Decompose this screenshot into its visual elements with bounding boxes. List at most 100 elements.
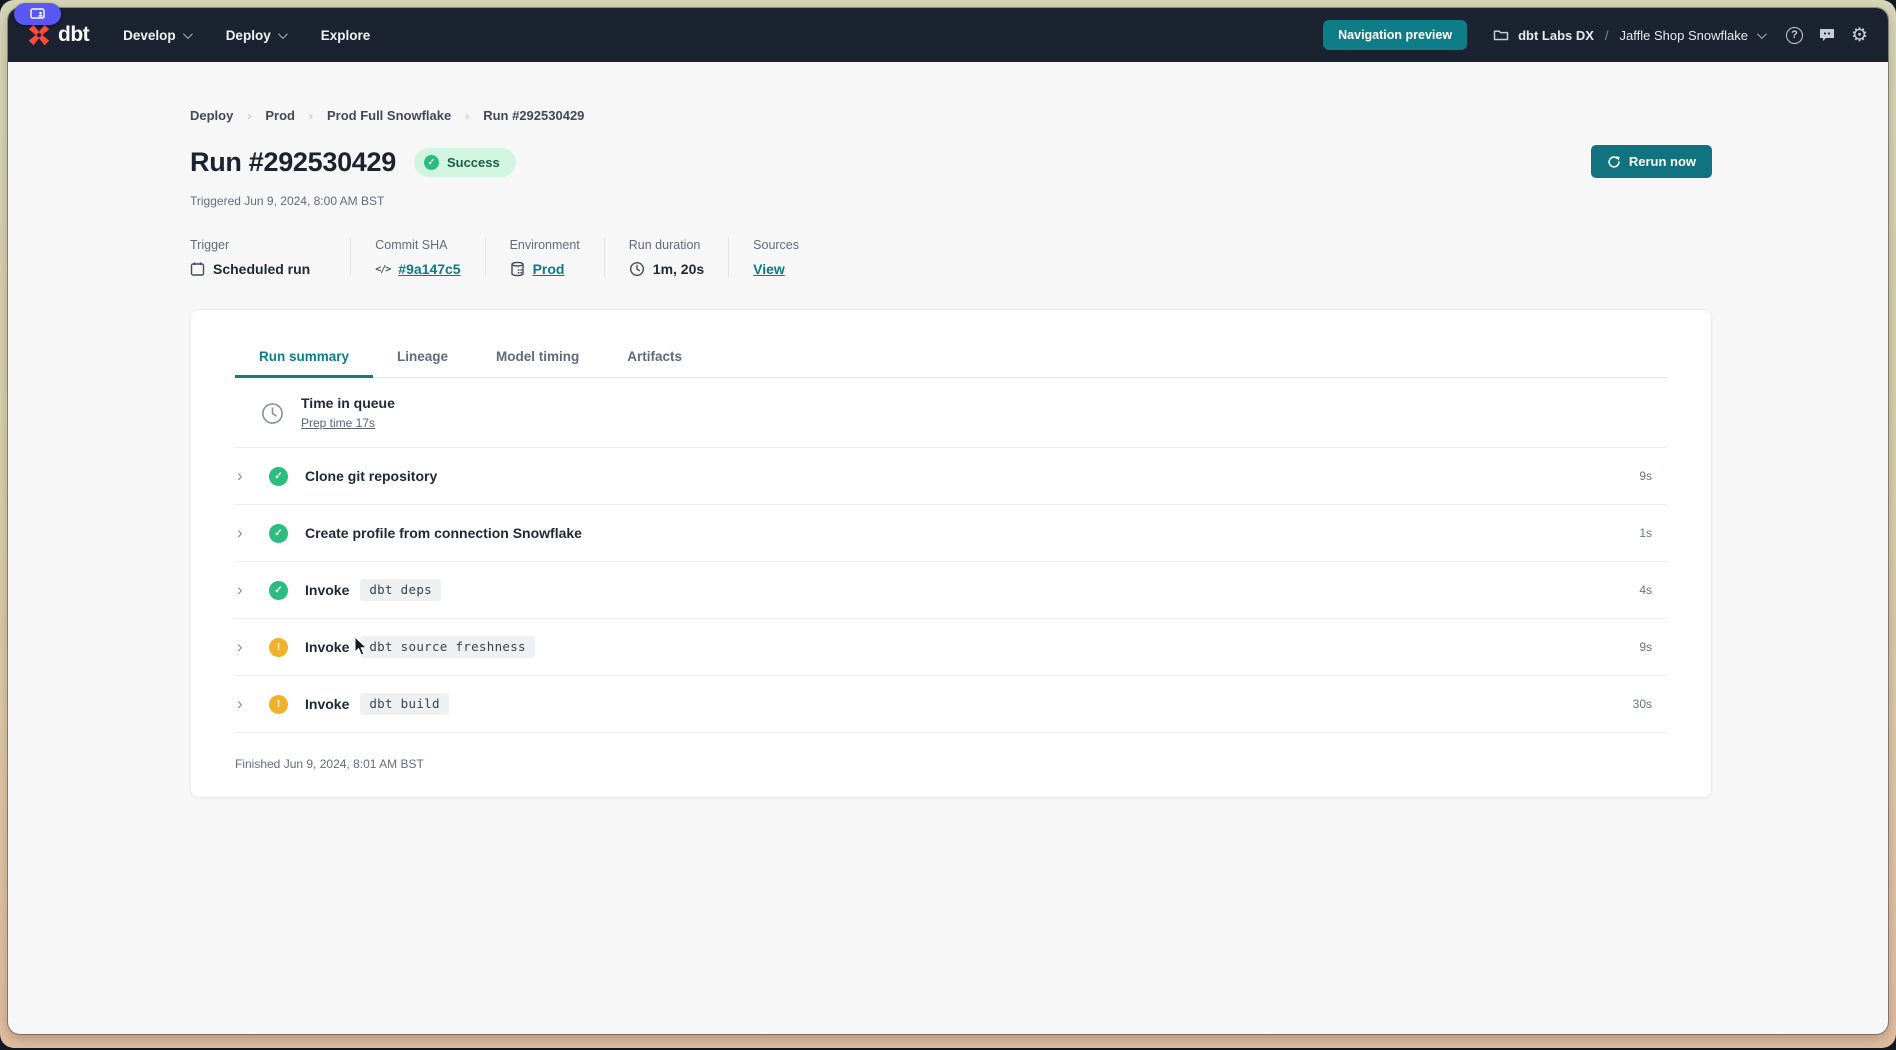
- duration-value: 1m, 20s: [653, 261, 704, 277]
- folder-icon: [1493, 28, 1509, 42]
- page-header: Run #292530429 ✓ Success Rerun now: [190, 141, 1712, 183]
- nav-icon-group: ? ⚙: [1786, 26, 1868, 45]
- warning-icon: !: [269, 695, 288, 714]
- meta-commit-sha: Commit SHA </> #9a147c5: [350, 238, 484, 277]
- expand-chevron-icon[interactable]: ›: [237, 467, 251, 484]
- expand-chevron-icon[interactable]: ›: [237, 524, 251, 541]
- step-name: Create profile from connection Snowflake: [305, 525, 582, 541]
- prep-time-link[interactable]: Prep time 17s: [301, 416, 375, 430]
- meta-label: Sources: [753, 238, 799, 252]
- step-row-dbt-build[interactable]: › ! Invoke dbt build 30s: [235, 676, 1667, 733]
- nav-menus: Develop Deploy Explore: [123, 28, 370, 43]
- status-badge: ✓ Success: [414, 148, 516, 177]
- commit-sha-link[interactable]: #9a147c5: [398, 261, 460, 277]
- breadcrumb-separator: ›: [465, 109, 469, 123]
- chevron-down-icon: [1757, 29, 1767, 39]
- account-name: dbt Labs DX: [1518, 28, 1594, 43]
- step-duration: 1s: [1639, 526, 1652, 540]
- environment-icon: [510, 261, 525, 277]
- help-icon[interactable]: ?: [1786, 27, 1803, 44]
- nav-menu-deploy[interactable]: Deploy: [226, 28, 285, 43]
- screen-share-icon: [30, 8, 45, 20]
- breadcrumb-separator: ›: [247, 109, 251, 123]
- step-row-dbt-source-freshness[interactable]: › ! Invoke dbt source freshness 9s: [235, 619, 1667, 676]
- gear-icon[interactable]: ⚙: [1851, 26, 1868, 45]
- meta-run-duration: Run duration 1m, 20s: [604, 238, 728, 277]
- rerun-icon: [1607, 155, 1621, 169]
- run-metadata: Trigger Scheduled run Commit SHA </> #9a…: [190, 238, 1712, 277]
- check-icon: ✓: [269, 524, 288, 543]
- step-duration: 9s: [1639, 469, 1652, 483]
- tab-run-summary[interactable]: Run summary: [235, 336, 373, 378]
- expand-chevron-icon[interactable]: ›: [237, 581, 251, 598]
- chevron-down-icon: [278, 29, 288, 39]
- trigger-value: Scheduled run: [213, 261, 310, 277]
- meta-label: Environment: [510, 238, 580, 252]
- top-navigation: dbt Develop Deploy Explore Navigation pr…: [8, 8, 1888, 62]
- clock-icon: [629, 261, 645, 277]
- step-duration: 30s: [1633, 697, 1652, 711]
- step-row-dbt-deps[interactable]: › ✓ Invoke dbt deps 4s: [235, 562, 1667, 619]
- step-command-chip: dbt build: [360, 693, 448, 715]
- status-badge-label: Success: [447, 155, 500, 170]
- environment-link[interactable]: Prod: [533, 261, 565, 277]
- account-project-switcher[interactable]: dbt Labs DX / Jaffle Shop Snowflake: [1493, 28, 1764, 43]
- breadcrumb: Deploy › Prod › Prod Full Snowflake › Ru…: [190, 62, 1712, 123]
- step-row-create-profile[interactable]: › ✓ Create profile from connection Snowf…: [235, 505, 1667, 562]
- nav-menu-develop[interactable]: Develop: [123, 28, 190, 43]
- check-icon: ✓: [269, 581, 288, 600]
- meta-label: Commit SHA: [375, 238, 460, 252]
- warning-icon: !: [269, 638, 288, 657]
- run-summary-card: Run summary Lineage Model timing Artifac…: [190, 309, 1712, 798]
- meta-label: Trigger: [190, 238, 310, 252]
- finished-timestamp: Finished Jun 9, 2024, 8:01 AM BST: [235, 733, 1667, 771]
- queue-clock-icon: [261, 402, 284, 425]
- step-name: Invoke: [305, 582, 349, 598]
- project-name: Jaffle Shop Snowflake: [1620, 28, 1748, 43]
- queue-title: Time in queue: [301, 395, 395, 411]
- navigation-preview-button[interactable]: Navigation preview: [1323, 20, 1467, 50]
- tab-bar: Run summary Lineage Model timing Artifac…: [235, 310, 1667, 378]
- tab-artifacts[interactable]: Artifacts: [603, 336, 706, 378]
- sources-view-link[interactable]: View: [753, 261, 785, 277]
- step-name: Invoke: [305, 639, 349, 655]
- check-icon: ✓: [269, 467, 288, 486]
- screen-share-indicator[interactable]: [14, 3, 61, 25]
- meta-environment: Environment Prod: [485, 238, 604, 277]
- breadcrumb-run[interactable]: Run #292530429: [483, 108, 584, 123]
- calendar-icon: [190, 261, 205, 277]
- code-icon: </>: [375, 264, 390, 275]
- breadcrumb-separator: ›: [309, 109, 313, 123]
- path-separator: /: [1605, 28, 1609, 43]
- nav-menu-explore[interactable]: Explore: [321, 28, 371, 43]
- meta-trigger: Trigger Scheduled run: [190, 238, 350, 277]
- expand-chevron-icon[interactable]: ›: [237, 695, 251, 712]
- time-in-queue-section: Time in queue Prep time 17s: [235, 378, 1667, 448]
- tab-model-timing[interactable]: Model timing: [472, 336, 603, 378]
- page-title: Run #292530429: [190, 147, 396, 178]
- step-duration: 4s: [1639, 583, 1652, 597]
- breadcrumb-job[interactable]: Prod Full Snowflake: [327, 108, 451, 123]
- dbt-logo[interactable]: dbt: [26, 22, 89, 48]
- feedback-icon[interactable]: [1818, 27, 1836, 43]
- tab-lineage[interactable]: Lineage: [373, 336, 472, 378]
- step-command-chip: dbt source freshness: [360, 636, 535, 658]
- step-duration: 9s: [1639, 640, 1652, 654]
- browser-window: dbt Develop Deploy Explore Navigation pr…: [8, 8, 1888, 1034]
- breadcrumb-prod[interactable]: Prod: [265, 108, 295, 123]
- triggered-timestamp: Triggered Jun 9, 2024, 8:00 AM BST: [190, 194, 1712, 208]
- dbt-logo-icon: [26, 22, 52, 48]
- step-name: Invoke: [305, 696, 349, 712]
- check-icon: ✓: [424, 155, 439, 170]
- step-row-clone-git[interactable]: › ✓ Clone git repository 9s: [235, 448, 1667, 505]
- desktop-frame: dbt Develop Deploy Explore Navigation pr…: [0, 0, 1896, 1048]
- breadcrumb-deploy[interactable]: Deploy: [190, 108, 233, 123]
- meta-label: Run duration: [629, 238, 704, 252]
- expand-chevron-icon[interactable]: ›: [237, 638, 251, 655]
- meta-sources: Sources View: [728, 238, 823, 277]
- step-name: Clone git repository: [305, 468, 437, 484]
- step-command-chip: dbt deps: [360, 579, 441, 601]
- chevron-down-icon: [183, 29, 193, 39]
- rerun-now-button[interactable]: Rerun now: [1591, 145, 1712, 178]
- dbt-logo-text: dbt: [58, 23, 89, 47]
